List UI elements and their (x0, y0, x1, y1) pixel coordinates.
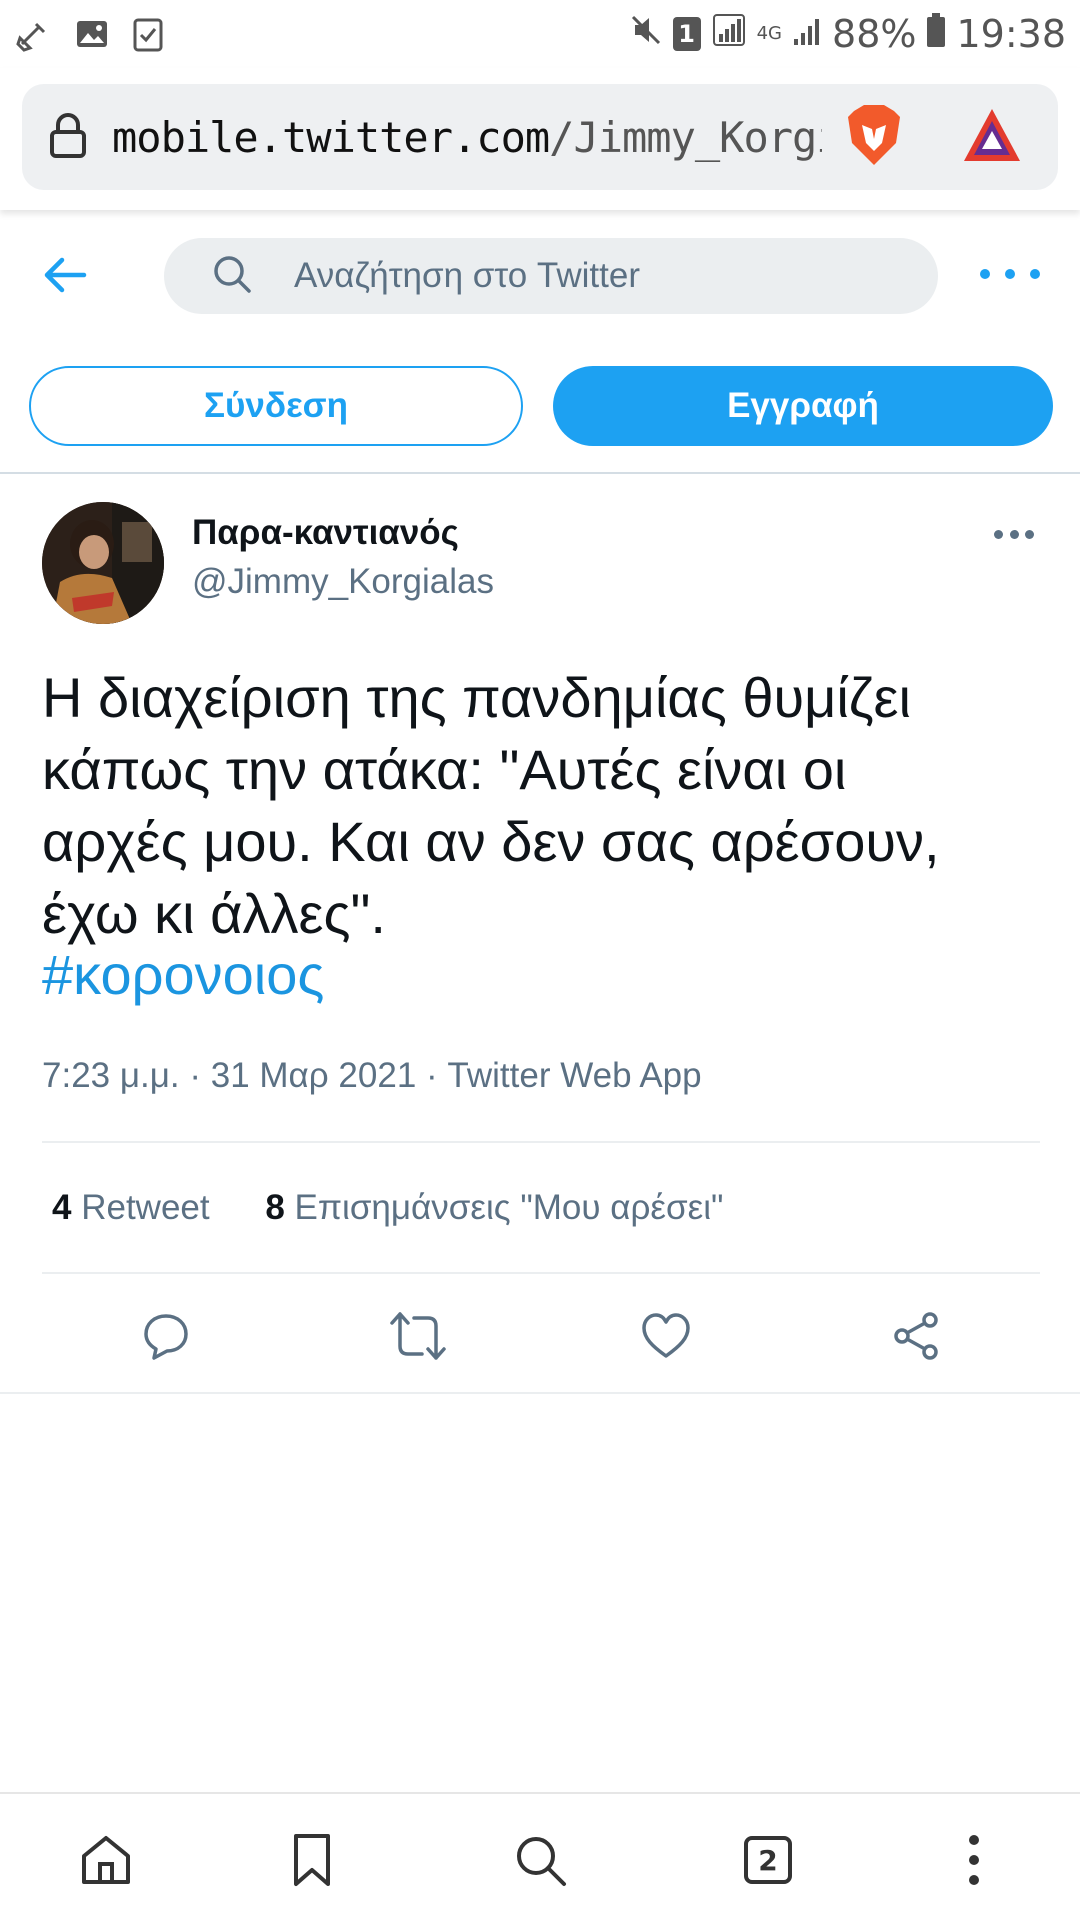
tweet-time[interactable]: 7:23 μ.μ. (42, 1056, 180, 1095)
divider (42, 1272, 1040, 1274)
mute-icon (629, 12, 663, 56)
status-bar: 1 4G 88% 19:38 (0, 0, 1080, 68)
brave-shields-icon[interactable] (846, 103, 902, 172)
auth-bar: Σύνδεση Εγγραφή (0, 366, 1080, 446)
lock-icon[interactable] (48, 112, 88, 163)
search-input[interactable]: Αναζήτηση στο Twitter (164, 238, 938, 314)
like-heart-icon[interactable] (640, 1310, 692, 1362)
retweet-stat[interactable]: 4 Retweet (52, 1188, 210, 1227)
divider (0, 472, 1080, 474)
tweet-text-line: έχω κι άλλες". (42, 882, 386, 945)
likes-stat[interactable]: 8 Επισημάνσεις "Μου αρέσει" (265, 1188, 723, 1227)
divider (42, 1141, 1040, 1143)
search-placeholder: Αναζήτηση στο Twitter (294, 256, 640, 295)
home-icon[interactable] (76, 1830, 136, 1890)
user-handle[interactable]: @Jimmy_Korgialas (192, 562, 494, 602)
divider (0, 1392, 1080, 1394)
url-text[interactable]: mobile.twitter.com/Jimmy_Korgiala (112, 113, 822, 162)
tweet-text-line: Η διαχείριση της πανδημίας θυμίζει (42, 666, 911, 729)
clock: 19:38 (956, 12, 1066, 56)
share-icon[interactable] (890, 1310, 942, 1362)
signal-bars-icon (792, 12, 822, 56)
address-bar[interactable]: mobile.twitter.com/Jimmy_Korgiala (22, 84, 1058, 190)
avatar[interactable] (42, 502, 164, 624)
tweet-text-line: αρχές μου. Και αν δεν σας αρέσουν, (42, 810, 940, 873)
gallery-notification-icon (74, 16, 110, 52)
tweet-text-line: κάπως την ατάκα: "Αυτές είναι οι (42, 738, 847, 801)
tweet-stats: 4 Retweet 8 Επισημάνσεις "Μου αρέσει" (52, 1188, 723, 1228)
battery-percent: 88% (832, 12, 917, 56)
tweet-metadata: 7:23 μ.μ. · 31 Μαρ 2021 · Twitter Web Ap… (42, 1056, 702, 1095)
menu-icon[interactable] (944, 1830, 1004, 1890)
tab-count: 2 (744, 1836, 792, 1884)
tabs-button[interactable]: 2 (738, 1830, 798, 1890)
hashtag-link[interactable]: #κορονοιος (42, 942, 324, 1007)
checklist-notification-icon (130, 16, 166, 52)
broom-notification-icon (14, 14, 54, 54)
more-options-icon[interactable] (980, 254, 1040, 294)
signup-button[interactable]: Εγγραφή (553, 366, 1053, 446)
tweet-more-icon[interactable] (994, 530, 1034, 542)
bat-rewards-icon[interactable] (962, 107, 1022, 168)
sim-badge: 1 (672, 17, 701, 51)
browser-bottom-nav: 2 (0, 1792, 1080, 1920)
tweet-text: Η διαχείριση της πανδημίας θυμίζει κάπως… (42, 662, 1042, 950)
signal-icon (711, 12, 747, 57)
search-icon (212, 254, 252, 299)
tweet-date[interactable]: 31 Μαρ 2021 (211, 1056, 417, 1095)
reply-icon[interactable] (140, 1310, 192, 1362)
browser-toolbar: mobile.twitter.com/Jimmy_Korgiala (0, 68, 1080, 210)
network-type: 4G (756, 23, 783, 44)
back-arrow-icon[interactable] (40, 250, 90, 300)
retweet-icon[interactable] (388, 1310, 446, 1362)
login-button[interactable]: Σύνδεση (29, 366, 523, 446)
battery-icon (926, 12, 946, 57)
search-icon[interactable] (510, 1830, 570, 1890)
display-name[interactable]: Παρα-καντιανός (192, 513, 459, 553)
twitter-header: Αναζήτηση στο Twitter (0, 232, 1080, 318)
tweet-source[interactable]: Twitter Web App (447, 1056, 701, 1095)
bookmark-icon[interactable] (282, 1830, 342, 1890)
tweet-actions (0, 1310, 1080, 1370)
